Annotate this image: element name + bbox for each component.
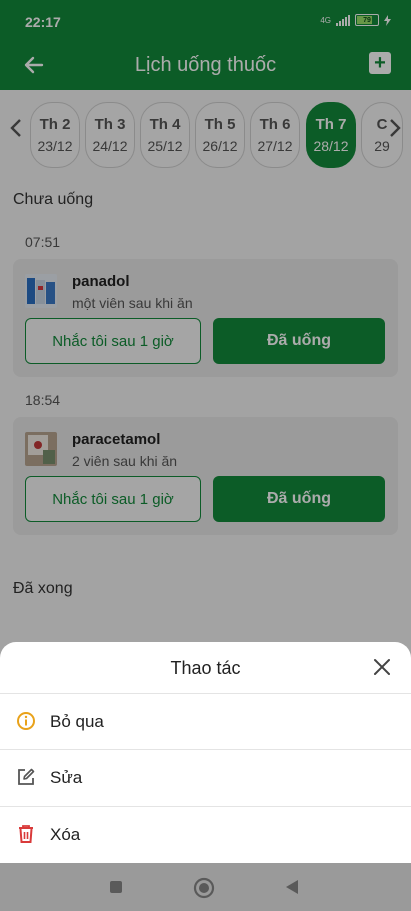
action-edit[interactable]: Sửa (0, 749, 411, 806)
close-icon[interactable] (373, 658, 391, 676)
trash-icon (19, 825, 33, 843)
recent-apps-icon[interactable] (109, 880, 123, 894)
action-label: Xóa (50, 825, 81, 844)
action-label: Sửa (50, 768, 83, 787)
system-nav-bar (0, 863, 411, 911)
action-label: Bỏ qua (50, 712, 104, 731)
info-icon (17, 712, 35, 730)
back-nav-icon[interactable] (284, 879, 300, 895)
edit-icon (18, 768, 35, 785)
action-sheet: Thao tác Bỏ qua Sửa Xóa (0, 642, 411, 863)
home-icon[interactable] (193, 877, 215, 899)
sheet-title: Thao tác (170, 658, 241, 678)
action-delete[interactable]: Xóa (0, 806, 411, 863)
action-skip[interactable]: Bỏ qua (0, 693, 411, 750)
